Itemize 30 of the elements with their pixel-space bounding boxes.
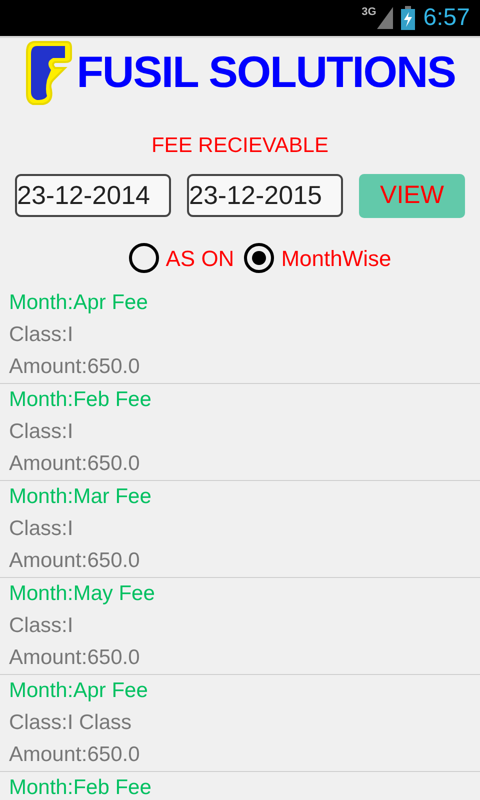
radio-button[interactable] bbox=[128, 243, 159, 273]
logo-icon bbox=[24, 40, 73, 106]
fee-amount: Amount:650.0 bbox=[9, 548, 140, 572]
end-date-field[interactable]: 23-12-2015 bbox=[187, 174, 343, 217]
radio-button[interactable] bbox=[244, 243, 274, 273]
signal-icon bbox=[377, 7, 394, 29]
fee-month: Month:Apr Fee bbox=[9, 290, 148, 314]
brand-name: FUSIL SOLUTIONS bbox=[76, 51, 456, 95]
fee-amount: Amount:650.0 bbox=[9, 646, 140, 668]
network-type: 3G bbox=[362, 7, 376, 18]
fee-month: Month:Feb Fee bbox=[9, 388, 152, 410]
fee-class: Class:I Class bbox=[9, 710, 132, 734]
fee-amount: Amount:650.0 bbox=[9, 354, 140, 378]
view-button[interactable]: VIEW bbox=[359, 174, 465, 218]
start-date-field[interactable]: 23-12-2014 bbox=[15, 174, 171, 217]
fee-month: Month:Feb Fee bbox=[9, 776, 152, 798]
fee-amount: Amount:650.0 bbox=[9, 742, 140, 766]
fee-class: Class:I bbox=[9, 516, 74, 540]
clock-time: 6:57 bbox=[423, 6, 470, 30]
fee-class: Class:I bbox=[9, 420, 74, 442]
radio-label[interactable]: MonthWise bbox=[281, 242, 392, 274]
fee-month: Month:Apr Fee bbox=[9, 678, 148, 702]
fee-month: Month:Mar Fee bbox=[9, 484, 152, 508]
battery-icon bbox=[401, 6, 416, 30]
fee-month: Month:May Fee bbox=[9, 582, 155, 604]
fee-amount: Amount:650.0 bbox=[9, 452, 140, 474]
page-title: FEE RECIEVABLE bbox=[151, 133, 328, 159]
fee-class: Class:I bbox=[9, 614, 74, 636]
fee-class: Class:I bbox=[9, 322, 74, 346]
radio-label[interactable]: AS ON bbox=[166, 242, 234, 274]
